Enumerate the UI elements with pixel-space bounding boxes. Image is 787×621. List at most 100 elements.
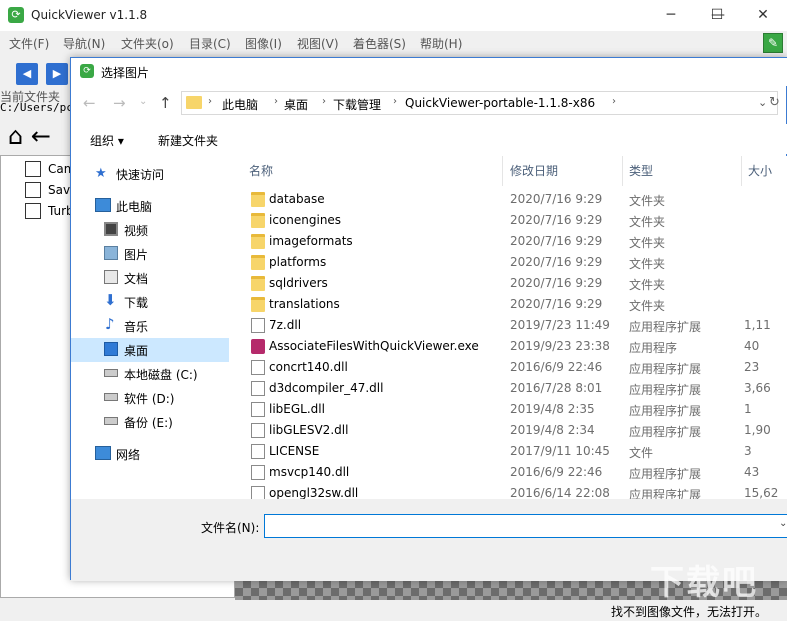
refresh-icon[interactable]: ↻ xyxy=(769,95,780,110)
table-row[interactable]: database 2020/7/16 9:29 文件夹 xyxy=(231,189,787,210)
drive-icon xyxy=(104,393,118,401)
nav-drive-c[interactable]: 本地磁盘 (C:) xyxy=(71,362,229,386)
close-button[interactable]: ✕ xyxy=(740,0,786,31)
table-row[interactable]: imageformats 2020/7/16 9:29 文件夹 xyxy=(231,231,787,252)
file-date: 2019/4/8 2:35 xyxy=(510,402,595,416)
new-folder-button[interactable]: 新建文件夹 xyxy=(158,132,218,149)
column-type[interactable]: 类型 xyxy=(629,162,653,179)
nav-quick-access[interactable]: ★ 快速访问 xyxy=(71,162,229,186)
menu-file[interactable]: 文件(F) xyxy=(9,35,49,52)
nav-documents[interactable]: 文档 xyxy=(71,266,229,290)
file-size: 3,66 xyxy=(744,381,771,395)
file-date: 2020/7/16 9:29 xyxy=(510,297,603,311)
file-icon xyxy=(251,318,265,333)
nav-desktop[interactable]: 桌面 xyxy=(71,338,229,362)
table-row[interactable]: LICENSE 2017/9/11 10:45 文件 3 xyxy=(231,441,787,462)
dialog-title: 选择图片 xyxy=(101,66,150,80)
up-arrow-icon[interactable]: ↑ xyxy=(159,94,172,112)
menu-view[interactable]: 视图(V) xyxy=(297,35,339,52)
file-name: sqldrivers xyxy=(269,276,328,290)
table-row[interactable]: libEGL.dll 2019/4/8 2:35 应用程序扩展 1 xyxy=(231,399,787,420)
filename-label: 文件名(N): xyxy=(201,521,260,535)
checkbox-save[interactable] xyxy=(25,182,41,198)
nav-network[interactable]: 网络 xyxy=(71,442,229,466)
column-date[interactable]: 修改日期 xyxy=(510,162,558,179)
table-row[interactable]: platforms 2020/7/16 9:29 文件夹 xyxy=(231,252,787,273)
file-type: 应用程序扩展 xyxy=(629,362,702,376)
menu-shader[interactable]: 着色器(S) xyxy=(353,35,406,52)
file-list: ^ 名称 修改日期 类型 大小 database 2020/7/16 9:29 文件… xyxy=(231,156,787,499)
nav-music[interactable]: ♪ 音乐 xyxy=(71,314,229,338)
breadcrumb-this-pc[interactable]: 此电脑 xyxy=(222,96,258,113)
file-icon xyxy=(251,465,265,480)
breadcrumb-downloads[interactable]: 下载管理 xyxy=(333,96,381,113)
breadcrumb-folder[interactable]: QuickViewer-portable-1.1.8-x86 xyxy=(405,96,595,110)
column-size[interactable]: 大小 xyxy=(748,162,772,179)
table-row[interactable]: libGLESV2.dll 2019/4/8 2:34 应用程序扩展 1,90 xyxy=(231,420,787,441)
chevron-right-icon: › xyxy=(322,96,326,107)
back-icon[interactable]: ◀ xyxy=(16,63,38,85)
shader-toggle-icon[interactable]: ✎ xyxy=(763,33,783,53)
home-icon[interactable]: ⌂ xyxy=(8,122,23,150)
recent-dropdown-icon[interactable]: ⌄ xyxy=(139,96,147,107)
file-date: 2016/7/28 8:01 xyxy=(510,381,603,395)
back-arrow-icon[interactable]: ← xyxy=(83,94,96,112)
table-row[interactable]: msvcp140.dll 2016/6/9 22:46 应用程序扩展 43 xyxy=(231,462,787,483)
filename-dropdown-icon[interactable]: ⌄ xyxy=(779,518,787,529)
checkbox-cam[interactable] xyxy=(25,161,41,177)
table-row[interactable]: opengl32sw.dll 2016/6/14 22:08 应用程序扩展 15,62 xyxy=(231,483,787,499)
nav-label: 桌面 xyxy=(124,344,149,358)
drive-icon xyxy=(104,417,118,425)
table-row[interactable]: 7z.dll 2019/7/23 11:49 应用程序扩展 1,11 xyxy=(231,315,787,336)
folder-icon xyxy=(251,276,265,291)
menu-catalog[interactable]: 目录(C) xyxy=(189,35,231,52)
menu-help[interactable]: 帮助(H) xyxy=(420,35,462,52)
nav-this-pc[interactable]: 此电脑 xyxy=(71,194,229,218)
file-date: 2019/7/23 11:49 xyxy=(510,318,610,332)
address-dropdown-icon[interactable]: ⌄ xyxy=(758,96,767,109)
column-divider[interactable] xyxy=(502,156,503,186)
chevron-right-icon: › xyxy=(393,96,397,107)
computer-icon xyxy=(95,198,111,212)
dialog-app-icon: ⟳ xyxy=(80,64,94,78)
file-date: 2016/6/9 22:46 xyxy=(510,465,603,479)
table-row[interactable]: concrt140.dll 2016/6/9 22:46 应用程序扩展 23 xyxy=(231,357,787,378)
nav-pictures[interactable]: 图片 xyxy=(71,242,229,266)
nav-videos[interactable]: 视频 xyxy=(71,218,229,242)
network-icon xyxy=(95,446,111,460)
breadcrumb-desktop[interactable]: 桌面 xyxy=(284,96,308,113)
minimize-button[interactable]: ─ xyxy=(648,0,694,31)
forward-arrow-icon[interactable]: → xyxy=(113,94,126,112)
column-divider[interactable] xyxy=(622,156,623,186)
drive-icon xyxy=(104,369,118,377)
menu-image[interactable]: 图像(I) xyxy=(245,35,282,52)
file-type: 应用程序 xyxy=(629,341,678,355)
picture-icon xyxy=(104,246,118,260)
file-date: 2019/9/23 23:38 xyxy=(510,339,610,353)
table-row[interactable]: d3dcompiler_47.dll 2016/7/28 8:01 应用程序扩展 3,… xyxy=(231,378,787,399)
table-row[interactable]: iconengines 2020/7/16 9:29 文件夹 xyxy=(231,210,787,231)
nav-drive-e[interactable]: 备份 (E:) xyxy=(71,410,229,434)
file-type: 文件夹 xyxy=(629,299,666,313)
window-title: QuickViewer v1.1.8 xyxy=(31,8,148,22)
arrow-left-icon[interactable]: ← xyxy=(31,122,51,150)
nav-downloads[interactable]: ⬇ 下载 xyxy=(71,290,229,314)
column-name[interactable]: 名称 xyxy=(249,162,273,179)
file-type: 应用程序扩展 xyxy=(629,383,702,397)
nav-drive-d[interactable]: 软件 (D:) xyxy=(71,386,229,410)
chevron-right-icon: › xyxy=(612,96,616,107)
filename-input[interactable] xyxy=(264,514,787,538)
table-row[interactable]: sqldrivers 2020/7/16 9:29 文件夹 xyxy=(231,273,787,294)
table-row[interactable]: AssociateFilesWithQuickViewer.exe 2019/9/… xyxy=(231,336,787,357)
maximize-button[interactable]: ☐ xyxy=(694,0,740,31)
organize-button[interactable]: 组织 ▾ xyxy=(90,132,124,149)
nav-label: 图片 xyxy=(124,248,149,262)
address-bar[interactable]: › 此电脑 › 桌面 › 下载管理 › QuickViewer-portable… xyxy=(181,91,778,115)
forward-icon[interactable]: ▶ xyxy=(46,63,68,85)
file-open-dialog: ⟳ 选择图片 ← → ⌄ ↑ › 此电脑 › 桌面 › 下载管理 › Quick… xyxy=(70,57,787,581)
checkbox-turb[interactable] xyxy=(25,203,41,219)
menu-folder[interactable]: 文件夹(o) xyxy=(121,35,174,52)
table-row[interactable]: translations 2020/7/16 9:29 文件夹 xyxy=(231,294,787,315)
menu-navigate[interactable]: 导航(N) xyxy=(63,35,105,52)
column-divider[interactable] xyxy=(741,156,742,186)
